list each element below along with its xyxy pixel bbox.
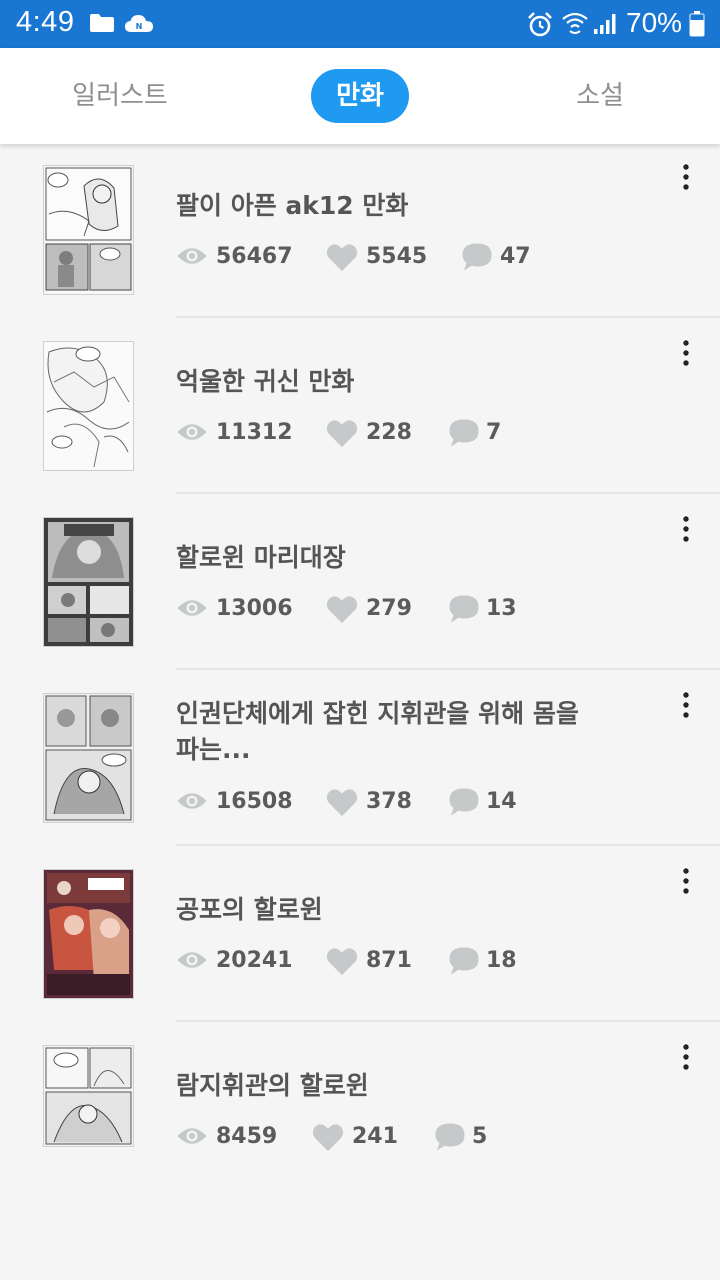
comment-icon <box>448 787 480 817</box>
divider <box>176 316 720 318</box>
divider <box>176 1020 720 1022</box>
comment-count: 13 <box>486 596 517 621</box>
view-count-icon <box>176 949 208 971</box>
comic-thumbnail <box>43 165 134 295</box>
comment-count: 47 <box>500 244 531 269</box>
comment-icon <box>448 418 480 448</box>
tab-illustration[interactable]: 일러스트 <box>60 68 180 124</box>
view-count-icon <box>176 421 208 443</box>
svg-text:N: N <box>136 22 143 31</box>
wifi-calling-icon <box>562 12 588 34</box>
like-icon <box>326 242 358 272</box>
view-count-icon <box>176 245 208 267</box>
like-count: 241 <box>352 1124 398 1149</box>
list-item[interactable]: 공포의 할로윈 20241 871 18 <box>0 848 720 1024</box>
category-tabs: 일러스트 만화 소설 <box>0 48 720 144</box>
status-bar: 4:49 N 70% <box>0 0 720 48</box>
view-count: 8459 <box>216 1124 278 1149</box>
like-count: 5545 <box>366 244 428 269</box>
like-icon <box>326 946 358 976</box>
view-count-icon <box>176 790 208 812</box>
comic-thumbnail <box>43 341 134 471</box>
more-options-icon[interactable] <box>680 516 692 542</box>
comment-count: 14 <box>486 789 517 814</box>
view-count: 13006 <box>216 596 293 621</box>
comment-icon <box>461 242 493 272</box>
comic-thumbnail <box>43 517 134 647</box>
view-count: 16508 <box>216 789 293 814</box>
divider <box>176 844 720 846</box>
battery-percent: 70% <box>626 7 683 38</box>
view-count: 56467 <box>216 244 293 269</box>
list-item[interactable]: 할로윈 마리대장 13006 279 13 <box>0 496 720 672</box>
tab-novel[interactable]: 소설 <box>540 68 660 124</box>
comic-thumbnail <box>43 869 134 999</box>
list-item[interactable]: 억울한 귀신 만화 11312 228 7 <box>0 320 720 496</box>
more-options-icon[interactable] <box>680 692 692 718</box>
like-count: 871 <box>366 948 412 973</box>
comic-thumbnail <box>43 1045 134 1147</box>
folder-icon <box>90 14 114 32</box>
like-count: 279 <box>366 596 412 621</box>
tab-comic[interactable]: 만화 <box>311 69 409 123</box>
comic-title[interactable]: 공포의 할로윈 <box>176 892 596 928</box>
comment-icon <box>434 1122 466 1152</box>
like-icon <box>326 787 358 817</box>
view-count-icon <box>176 597 208 619</box>
battery-icon <box>689 11 705 37</box>
view-count: 20241 <box>216 948 293 973</box>
comic-title[interactable]: 람지휘관의 할로윈 <box>176 1068 596 1104</box>
list-item[interactable]: 인권단체에게 잡힌 지휘관을 위해 몸을파는... 16508 378 14 <box>0 672 720 848</box>
divider <box>176 492 720 494</box>
status-time: 4:49 <box>16 6 75 38</box>
more-options-icon[interactable] <box>680 340 692 366</box>
comment-icon <box>448 594 480 624</box>
alarm-icon <box>528 12 552 37</box>
view-count-icon <box>176 1125 208 1147</box>
like-icon <box>326 594 358 624</box>
comic-thumbnail <box>43 693 134 823</box>
more-options-icon[interactable] <box>680 164 692 190</box>
comic-title[interactable]: 억울한 귀신 만화 <box>176 364 596 400</box>
comment-count: 18 <box>486 948 517 973</box>
list-item[interactable]: 람지휘관의 할로윈 8459 241 5 <box>0 1024 720 1174</box>
signal-icon <box>594 14 616 34</box>
view-count: 11312 <box>216 420 293 445</box>
more-options-icon[interactable] <box>680 1044 692 1070</box>
divider <box>176 668 720 670</box>
comic-title[interactable]: 할로윈 마리대장 <box>176 540 596 576</box>
like-icon <box>312 1122 344 1152</box>
cloud-icon: N <box>125 15 153 32</box>
comment-icon <box>448 946 480 976</box>
comment-count: 7 <box>486 420 502 445</box>
list-item[interactable]: 팔이 아픈 ak12 만화 56467 5545 47 <box>0 144 720 320</box>
comic-title[interactable]: 팔이 아픈 ak12 만화 <box>176 188 596 224</box>
like-count: 228 <box>366 420 412 445</box>
more-options-icon[interactable] <box>680 868 692 894</box>
like-icon <box>326 418 358 448</box>
comment-count: 5 <box>472 1124 488 1149</box>
like-count: 378 <box>366 789 412 814</box>
comic-title[interactable]: 인권단체에게 잡힌 지휘관을 위해 몸을파는... <box>176 696 596 768</box>
